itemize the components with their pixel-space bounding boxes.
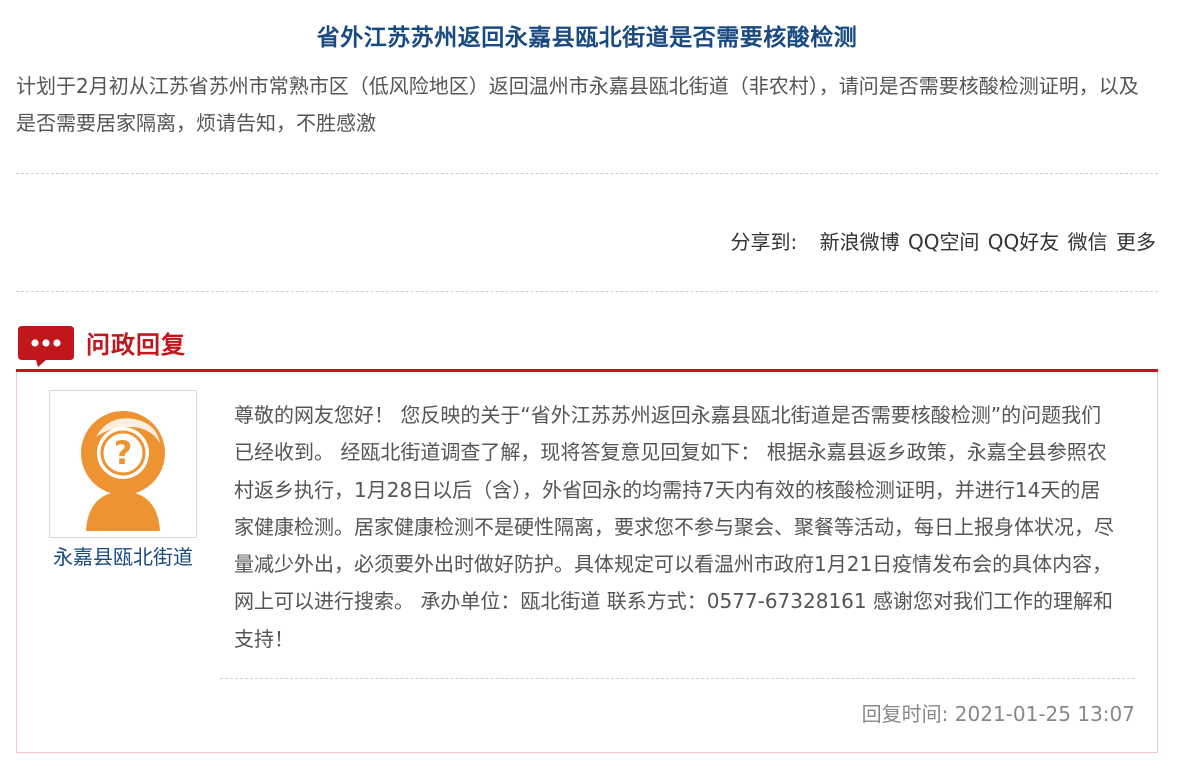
avatar: ? (49, 390, 197, 538)
share-bar: 分享到: 新浪微博 QQ空间 QQ好友 微信 更多 (730, 224, 1156, 260)
share-more-link[interactable]: 更多 (1116, 230, 1156, 254)
question-avatar-icon: ? (56, 397, 190, 531)
svg-text:?: ? (114, 434, 133, 472)
share-wechat-link[interactable]: 微信 (1068, 230, 1108, 254)
reply-time: 回复时间: 2021-01-25 13:07 (862, 696, 1135, 732)
share-label: 分享到: (730, 230, 798, 254)
share-weibo-link[interactable]: 新浪微博 (820, 230, 900, 254)
divider (220, 678, 1135, 679)
page-title: 省外江苏苏州返回永嘉县瓯北街道是否需要核酸检测 (316, 25, 858, 51)
reply-answer-text: 尊敬的网友您好！ 您反映的关于“省外江苏苏州返回永嘉县瓯北街道是否需要核酸检测”… (234, 403, 1114, 651)
department-name: 永嘉县瓯北街道 (53, 545, 193, 569)
divider (16, 173, 1158, 174)
reply-time-label: 回复时间: (861, 702, 949, 726)
share-qzone-link[interactable]: QQ空间 (908, 230, 979, 254)
reply-heading: 问政回复 (86, 331, 186, 359)
speech-bubble-icon (18, 326, 74, 367)
divider (16, 291, 1158, 292)
question-text: 计划于2月初从江苏省苏州市常熟市区（低风险地区）返回温州市永嘉县瓯北街道（非农村… (16, 74, 1139, 135)
reply-header: 问政回复 (16, 322, 1158, 370)
reply-panel: ? 永嘉县瓯北街道 尊敬的网友您好！ 您反映的关于“省外江苏苏州返回永嘉县瓯北街… (16, 372, 1158, 753)
share-qq-friend-link[interactable]: QQ好友 (988, 230, 1059, 254)
reply-time-value: 2021-01-25 13:07 (954, 702, 1135, 726)
